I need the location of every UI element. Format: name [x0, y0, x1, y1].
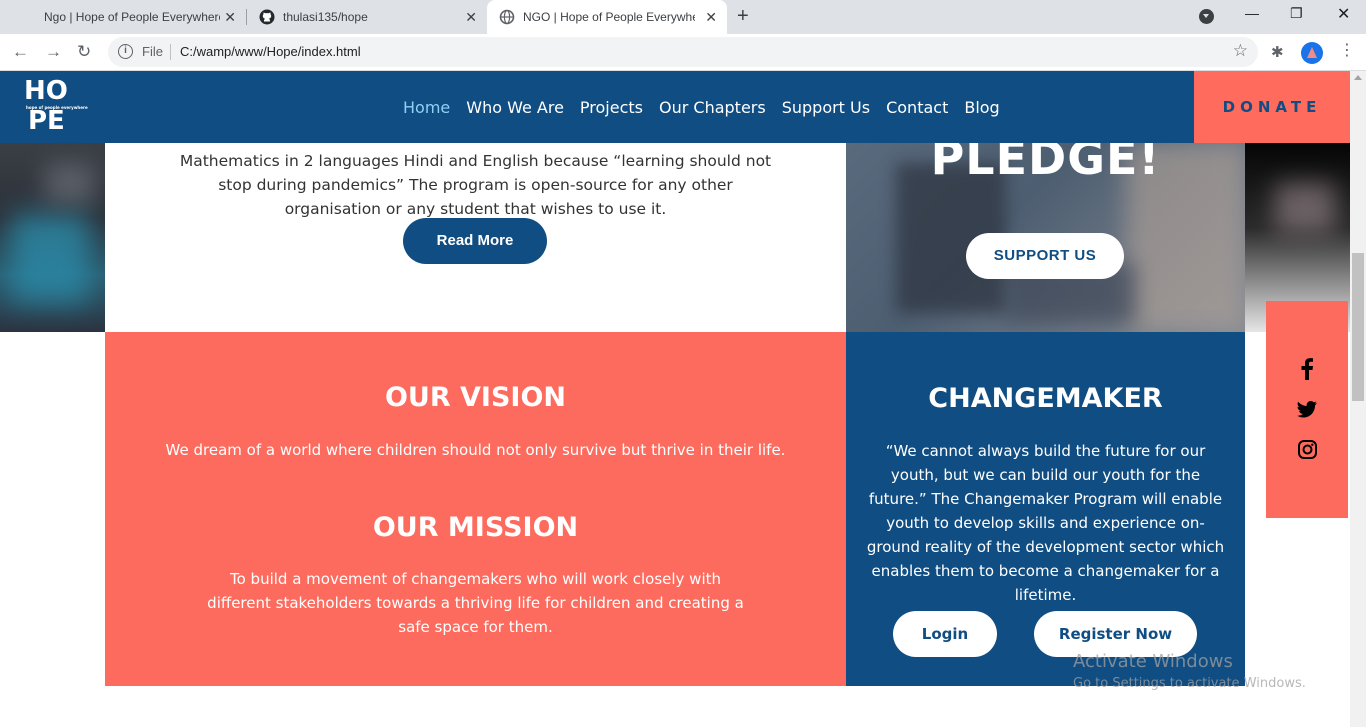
extensions-puzzle-icon[interactable]: ✱ [1271, 43, 1284, 61]
watermark-subtitle: Go to Settings to activate Windows. [1073, 676, 1306, 691]
tab-search-icon[interactable] [1199, 9, 1214, 24]
twitter-icon[interactable] [1295, 397, 1319, 421]
close-tab-icon[interactable]: ✕ [224, 9, 236, 25]
site-navbar: HO hope of people everywhere PE Home Who… [0, 71, 1350, 143]
changemaker-heading: CHANGEMAKER [928, 383, 1163, 414]
web-page: HO hope of people everywhere PE Home Who… [0, 71, 1350, 727]
logo-text-bottom: PE [28, 106, 65, 136]
restore-icon[interactable]: ❐ [1290, 5, 1303, 22]
close-tab-icon[interactable]: ✕ [705, 9, 717, 25]
page-scrollbar[interactable] [1350, 71, 1366, 727]
windows-activation-watermark: Activate Windows Go to Settings to activ… [1073, 651, 1306, 691]
divider [170, 44, 171, 60]
instagram-icon[interactable] [1295, 437, 1319, 461]
tab-title: thulasi135/hope [283, 10, 368, 24]
mission-text: To build a movement of changemakers who … [207, 570, 744, 636]
vision-heading: OUR VISION [384, 382, 567, 413]
url-text[interactable]: C:/wamp/www/Hope/index.html [180, 44, 361, 59]
nav-contact[interactable]: Contact [886, 98, 948, 117]
nav-blog[interactable]: Blog [964, 98, 999, 117]
support-us-button[interactable]: SUPPORT US [966, 233, 1124, 279]
pledge-card: PLEDGE! SUPPORT US [846, 143, 1245, 332]
vision-text: We dream of a world where children shoul… [165, 441, 786, 459]
facebook-icon[interactable] [1295, 357, 1319, 381]
address-bar[interactable]: i File C:/wamp/www/Hope/index.html ☆ [108, 37, 1258, 67]
scroll-up-arrow-icon[interactable] [1354, 75, 1362, 80]
github-icon [259, 9, 275, 25]
bookmark-star-icon[interactable]: ☆ [1233, 41, 1248, 61]
login-button[interactable]: Login [893, 611, 997, 657]
close-tab-icon[interactable]: ✕ [465, 9, 477, 25]
new-tab-button[interactable]: + [737, 6, 749, 26]
pledge-heading: PLEDGE! [930, 143, 1161, 185]
nav-home[interactable]: Home [403, 98, 450, 117]
mission-heading: OUR MISSION [372, 512, 579, 543]
nav-our-chapters[interactable]: Our Chapters [659, 98, 766, 117]
menu-kebab-icon[interactable]: ⋮ [1339, 43, 1355, 59]
changemaker-section: CHANGEMAKER “We cannot always build the … [846, 332, 1245, 686]
minimize-icon[interactable]: — [1245, 5, 1259, 21]
hope-logo[interactable]: HO hope of people everywhere PE [24, 76, 88, 139]
scrollbar-thumb[interactable] [1352, 253, 1364, 401]
vision-mission-section: OUR VISION We dream of a world where chi… [105, 332, 846, 686]
main-menu: Home Who We Are Projects Our Chapters Su… [403, 98, 1016, 117]
browser-tab-strip: Ngo | Hope of People Everywhere ✕ thulas… [0, 0, 1366, 34]
info-icon[interactable]: i [118, 44, 133, 59]
browser-toolbar: ← → ↻ i File C:/wamp/www/Hope/index.html… [0, 34, 1366, 71]
project-card: Mathematics in 2 languages Hindi and Eng… [105, 143, 846, 332]
watermark-title: Activate Windows [1073, 651, 1233, 672]
nav-projects[interactable]: Projects [580, 98, 643, 117]
project-description: Mathematics in 2 languages Hindi and Eng… [179, 152, 772, 218]
profile-avatar[interactable] [1301, 42, 1323, 64]
forward-icon[interactable]: → [45, 42, 62, 62]
donate-button[interactable]: DONATE [1194, 71, 1350, 143]
tab-title: NGO | Hope of People Everywhere [523, 10, 695, 24]
logo-text-top: HO [24, 76, 68, 106]
globe-icon [499, 9, 515, 25]
blank-page-icon [12, 9, 28, 25]
back-icon[interactable]: ← [12, 42, 29, 62]
tab-title: Ngo | Hope of People Everywhere [44, 10, 220, 24]
social-sidebar [1266, 301, 1348, 518]
browser-tab-2[interactable]: thulasi135/hope ✕ [247, 0, 487, 34]
nav-who-we-are[interactable]: Who We Are [466, 98, 564, 117]
browser-tab-3-active[interactable]: NGO | Hope of People Everywhere ✕ [487, 0, 727, 34]
read-more-button[interactable]: Read More [403, 218, 547, 264]
scheme-label: File [142, 44, 163, 59]
reload-icon[interactable]: ↻ [77, 42, 91, 62]
browser-tab-1[interactable]: Ngo | Hope of People Everywhere ✕ [0, 0, 246, 34]
changemaker-text: “We cannot always build the future for o… [866, 442, 1225, 604]
hero-background-image-left [0, 143, 105, 332]
close-window-icon[interactable]: ✕ [1337, 4, 1350, 24]
nav-support-us[interactable]: Support Us [782, 98, 870, 117]
